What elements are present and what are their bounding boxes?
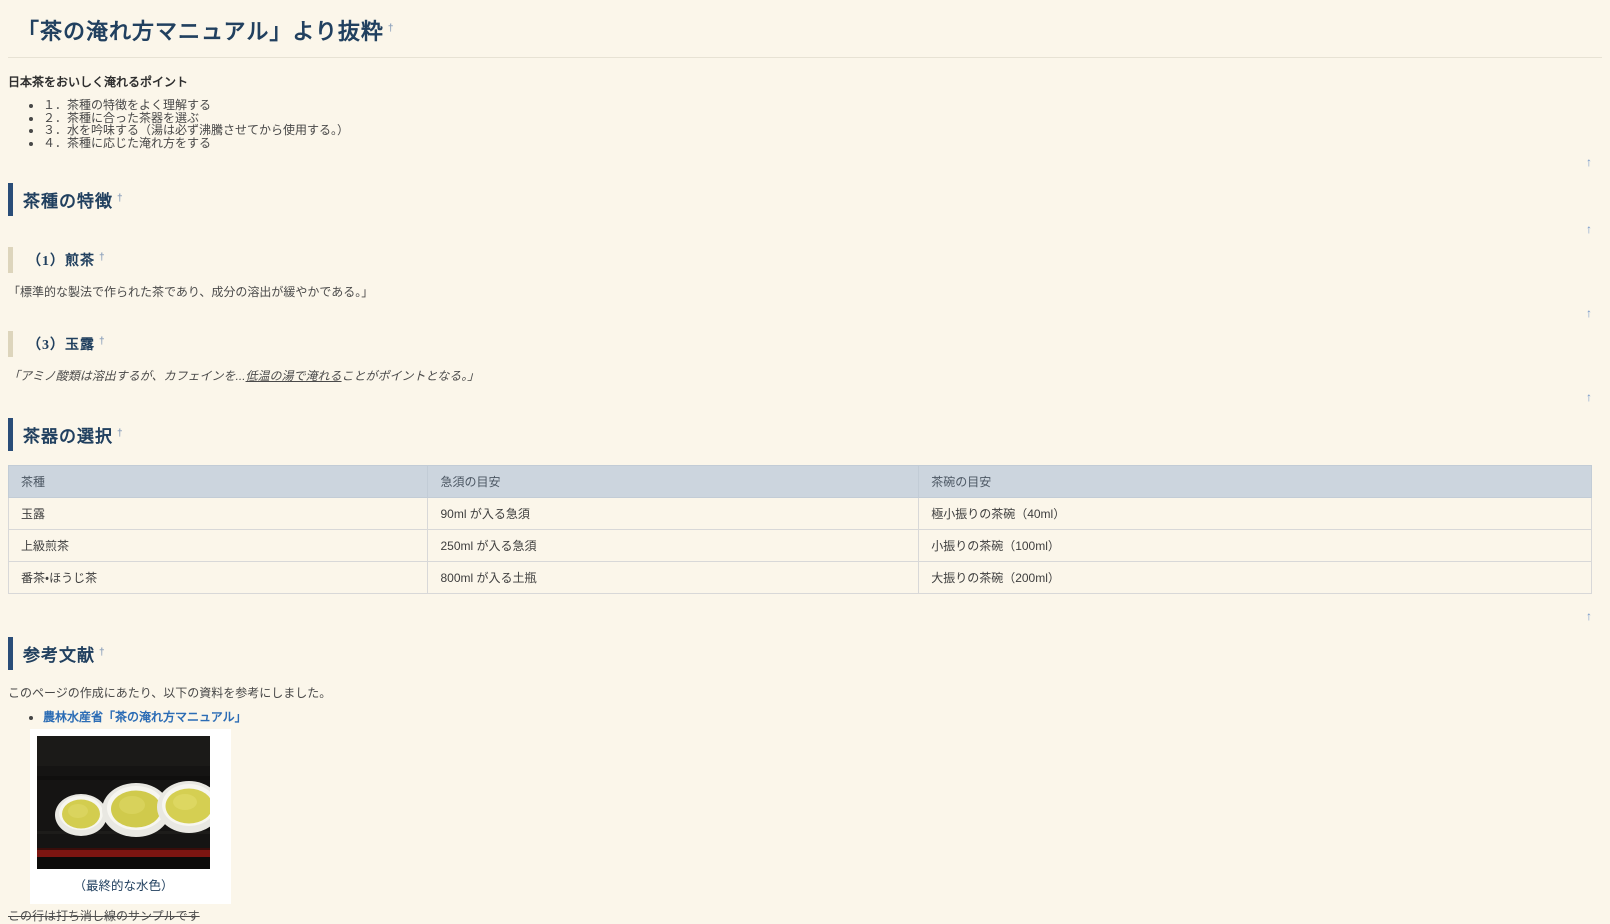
back-to-top-link[interactable]: ↑ xyxy=(1586,609,1592,623)
reference-list: 農林水産省「茶の淹れ方マニュアル」 xyxy=(8,711,1602,724)
back-to-top-link[interactable]: ↑ xyxy=(1586,306,1592,320)
intro-lead: 日本茶をおいしく淹れるポイント xyxy=(8,73,1602,90)
heading-anchor-icon[interactable]: † xyxy=(99,647,106,658)
table-header-cell: 茶碗の目安 xyxy=(919,466,1592,498)
section-heading-teaware: 茶器の選択 † xyxy=(8,418,1602,451)
section-heading-text: 茶器の選択 xyxy=(23,427,113,446)
section-heading-text: 参考文献 xyxy=(23,646,95,665)
section-heading-text: 茶種の特徴 xyxy=(23,192,113,211)
subsection-heading-text: （1）煎茶 xyxy=(27,254,95,269)
list-item: ３．水を吟味する（湯は必ず沸騰させてから使用する。） xyxy=(43,124,1602,137)
back-to-top-link[interactable]: ↑ xyxy=(1586,222,1592,236)
gyokuro-quote-suffix: ことがポイントとなる。」 xyxy=(342,369,480,383)
sencha-quote: 「標準的な製法で作られた茶であり、成分の溶出が緩やかである。」 xyxy=(8,283,1602,300)
heading-anchor-icon[interactable]: † xyxy=(99,252,106,263)
table-header-cell: 急須の目安 xyxy=(428,466,919,498)
subsection-heading-gyokuro: （3）玉露 † xyxy=(8,331,1602,357)
section-heading-tea-types: 茶種の特徴 † xyxy=(8,183,1602,216)
subsection-heading-text: （3）玉露 xyxy=(27,338,95,353)
table-row: 玉露 90ml が入る急須 極小振りの茶碗（40ml） xyxy=(9,498,1592,530)
intro-point-list: １．茶種の特徴をよく理解する ２．茶種に合った茶器を選ぶ ３．水を吟味する（湯は… xyxy=(8,99,1602,149)
strikethrough-sample-text: この行は打ち消し線のサンプルです xyxy=(8,907,1602,924)
table-cell: 90ml が入る急須 xyxy=(428,498,919,530)
page-title-text: 「茶の淹れ方マニュアル」より抜粋 xyxy=(17,19,384,44)
heading-anchor-icon[interactable]: † xyxy=(117,193,124,204)
list-item: １．茶種の特徴をよく理解する xyxy=(43,99,1602,112)
table-cell: 極小振りの茶碗（40ml） xyxy=(919,498,1592,530)
gyokuro-quote: 「アミノ酸類は溶出するが、カフェインを...低温の湯で淹れることがポイントとなる… xyxy=(8,367,1602,384)
heading-anchor-icon[interactable]: † xyxy=(117,428,124,439)
back-to-top-row: ↑ xyxy=(8,610,1602,622)
heading-anchor-icon[interactable]: † xyxy=(99,336,106,347)
gyokuro-quote-prefix: 「アミノ酸類は溶出するが、カフェインを... xyxy=(8,369,246,383)
table-cell: 番茶・ほうじ茶 xyxy=(9,562,428,594)
back-to-top-row: ↑ xyxy=(8,223,1602,235)
list-item: ４．茶種に応じた淹れ方をする xyxy=(43,137,1602,150)
table-cell: 800ml が入る土瓶 xyxy=(428,562,919,594)
table-cell: 250ml が入る急須 xyxy=(428,530,919,562)
document-body: 「茶の淹れ方マニュアル」より抜粋 † 日本茶をおいしく淹れるポイント １．茶種の特… xyxy=(0,14,1610,924)
list-item: 農林水産省「茶の淹れ方マニュアル」 xyxy=(43,711,1602,724)
table-cell: 上級煎茶 xyxy=(9,530,428,562)
heading-anchor-icon[interactable]: † xyxy=(388,23,395,34)
tea-figure: （最終的な水色） xyxy=(30,729,231,904)
references-note: このページの作成にあたり、以下の資料を参考にしました。 xyxy=(8,684,1602,701)
tea-cups-photo xyxy=(37,736,210,869)
teaware-table: 茶種 急須の目安 茶碗の目安 玉露 90ml が入る急須 極小振りの茶碗（40m… xyxy=(8,465,1592,594)
page-title: 「茶の淹れ方マニュアル」より抜粋 † xyxy=(8,14,1602,58)
table-row: 番茶・ほうじ茶 800ml が入る土瓶 大振りの茶碗（200ml） xyxy=(9,562,1592,594)
table-cell: 玉露 xyxy=(9,498,428,530)
figure-caption: （最終的な水色） xyxy=(37,869,210,904)
table-row: 上級煎茶 250ml が入る急須 小振りの茶碗（100ml） xyxy=(9,530,1592,562)
table-cell: 小振りの茶碗（100ml） xyxy=(919,530,1592,562)
subsection-heading-sencha: （1）煎茶 † xyxy=(8,247,1602,273)
reference-link[interactable]: 農林水産省「茶の淹れ方マニュアル」 xyxy=(43,710,247,724)
back-to-top-row: ↑ xyxy=(8,307,1602,319)
back-to-top-link[interactable]: ↑ xyxy=(1586,155,1592,169)
back-to-top-link[interactable]: ↑ xyxy=(1586,390,1592,404)
table-header-cell: 茶種 xyxy=(9,466,428,498)
table-cell: 大振りの茶碗（200ml） xyxy=(919,562,1592,594)
table-header-row: 茶種 急須の目安 茶碗の目安 xyxy=(9,466,1592,498)
section-heading-references: 参考文献 † xyxy=(8,637,1602,670)
back-to-top-row: ↑ xyxy=(8,391,1602,403)
back-to-top-row: ↑ xyxy=(8,156,1602,168)
gyokuro-quote-underlined: 低温の湯で淹れる xyxy=(246,369,342,383)
